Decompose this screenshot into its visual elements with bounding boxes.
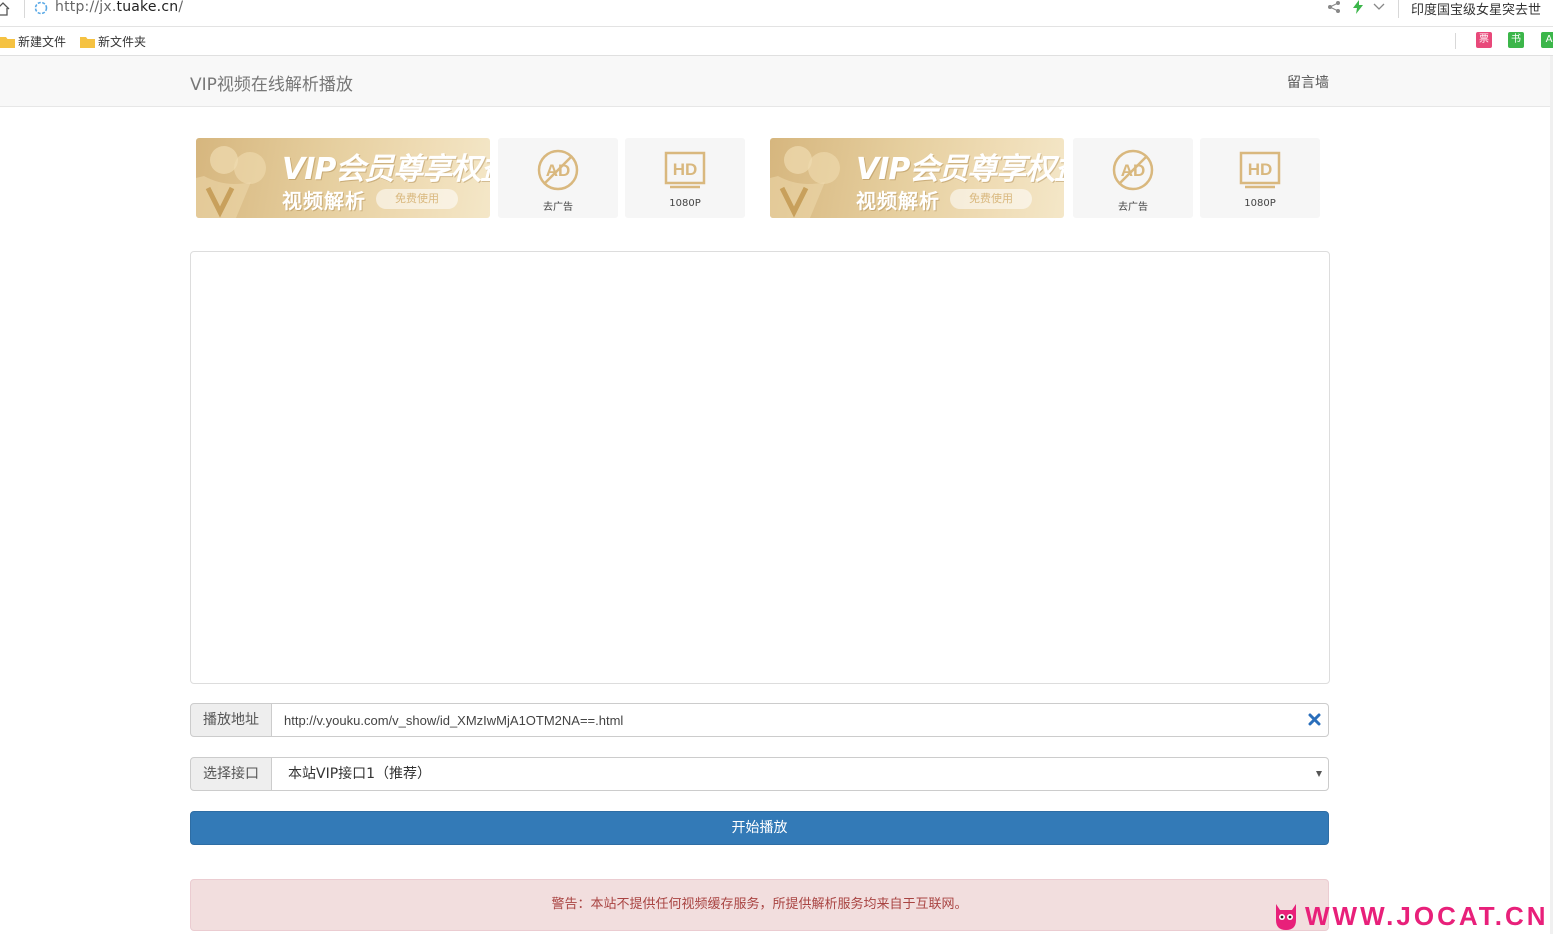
folder-icon (0, 36, 15, 48)
feature-caption: 1080P (1244, 198, 1276, 209)
clear-icon[interactable] (1308, 713, 1321, 726)
address-divider (24, 0, 25, 18)
api-select-label: 选择接口 (190, 757, 272, 791)
bookmarks-bar: 新建文件 新文件夹 票 书 A (0, 27, 1553, 56)
lightning-icon[interactable] (1352, 0, 1364, 14)
video-player[interactable] (190, 251, 1330, 684)
api-select-value: 本站VIP接口1（推荐） (288, 766, 432, 782)
video-url-input[interactable] (272, 704, 1284, 736)
watermark-text: WWW.JOCAT.CN (1305, 900, 1549, 931)
svg-text:HD: HD (1248, 160, 1273, 179)
address-divider (1398, 0, 1399, 18)
promo-title: VIP会员尊享权益 (282, 152, 490, 187)
api-select-group: 选择接口 本站VIP接口1（推荐） (190, 757, 1329, 791)
folder-icon (80, 36, 95, 48)
hd-icon: HD (1239, 151, 1281, 189)
watermark: WWW.JOCAT.CN (1271, 900, 1549, 932)
chevron-down-icon[interactable] (1372, 2, 1386, 12)
promo-free-pill[interactable]: 免费使用 (376, 189, 458, 209)
bookmark-label: 新建文件 (18, 35, 67, 49)
start-play-button[interactable]: 开始播放 (190, 811, 1329, 845)
promo-title: VIP会员尊享权益 (856, 152, 1064, 187)
url-input-group: 播放地址 (190, 703, 1329, 737)
no-ad-icon: AD (537, 149, 579, 191)
site-favicon-icon (34, 1, 48, 15)
feature-caption: 去广告 (543, 202, 573, 213)
vip-promo-banner[interactable]: VIP会员尊享权益 视频解析 免费使用 (770, 138, 1064, 218)
feature-hd: HD 1080P (625, 138, 745, 218)
svg-text:HD: HD (673, 160, 698, 179)
bookmark-folder[interactable]: 新文件夹 (80, 33, 146, 50)
feature-caption: 去广告 (1118, 202, 1148, 213)
book-extension-icon[interactable]: 书 (1508, 32, 1524, 48)
cat-logo-icon (1276, 904, 1296, 930)
nav-link-message-wall[interactable]: 留言墙 (1287, 72, 1329, 92)
site-navbar: VIP视频在线解析播放 留言墙 (0, 56, 1553, 107)
home-icon[interactable] (0, 2, 10, 16)
bookmarks-divider (1455, 33, 1456, 49)
warning-alert: 警告：本站不提供任何视频缓存服务，所提供解析服务均来自于互联网。 (190, 879, 1329, 931)
feature-no-ad: AD 去广告 (1073, 138, 1193, 218)
promo-free-pill[interactable]: 免费使用 (950, 189, 1032, 209)
feature-caption: 1080P (669, 198, 701, 209)
url-field[interactable]: http://jx.tuake.cn/ (55, 0, 183, 15)
bookmark-folder[interactable]: 新建文件 (0, 33, 66, 50)
no-ad-icon: AD (1112, 149, 1154, 191)
promo-subtitle: 视频解析 (282, 189, 366, 213)
share-icon[interactable] (1327, 0, 1341, 14)
caret-down-icon (1316, 771, 1322, 777)
feature-no-ad: AD 去广告 (498, 138, 618, 218)
url-input-wrapper (271, 703, 1329, 737)
api-select[interactable]: 本站VIP接口1（推荐） (271, 757, 1329, 791)
promo-subtitle: 视频解析 (856, 189, 940, 213)
a-extension-icon[interactable]: A (1541, 32, 1553, 48)
hd-icon: HD (664, 151, 706, 189)
address-bar: http://jx.tuake.cn/ 印度国宝级女星突去世 (0, 0, 1553, 27)
url-input-label: 播放地址 (190, 703, 272, 737)
news-ticker[interactable]: 印度国宝级女星突去世 (1411, 0, 1541, 18)
bookmark-label: 新文件夹 (98, 35, 147, 49)
calendar-extension-icon[interactable]: 票 (1476, 32, 1492, 48)
site-brand[interactable]: VIP视频在线解析播放 (190, 70, 353, 95)
vip-promo-banner[interactable]: VIP会员尊享权益 视频解析 免费使用 (196, 138, 490, 218)
feature-hd: HD 1080P (1200, 138, 1320, 218)
